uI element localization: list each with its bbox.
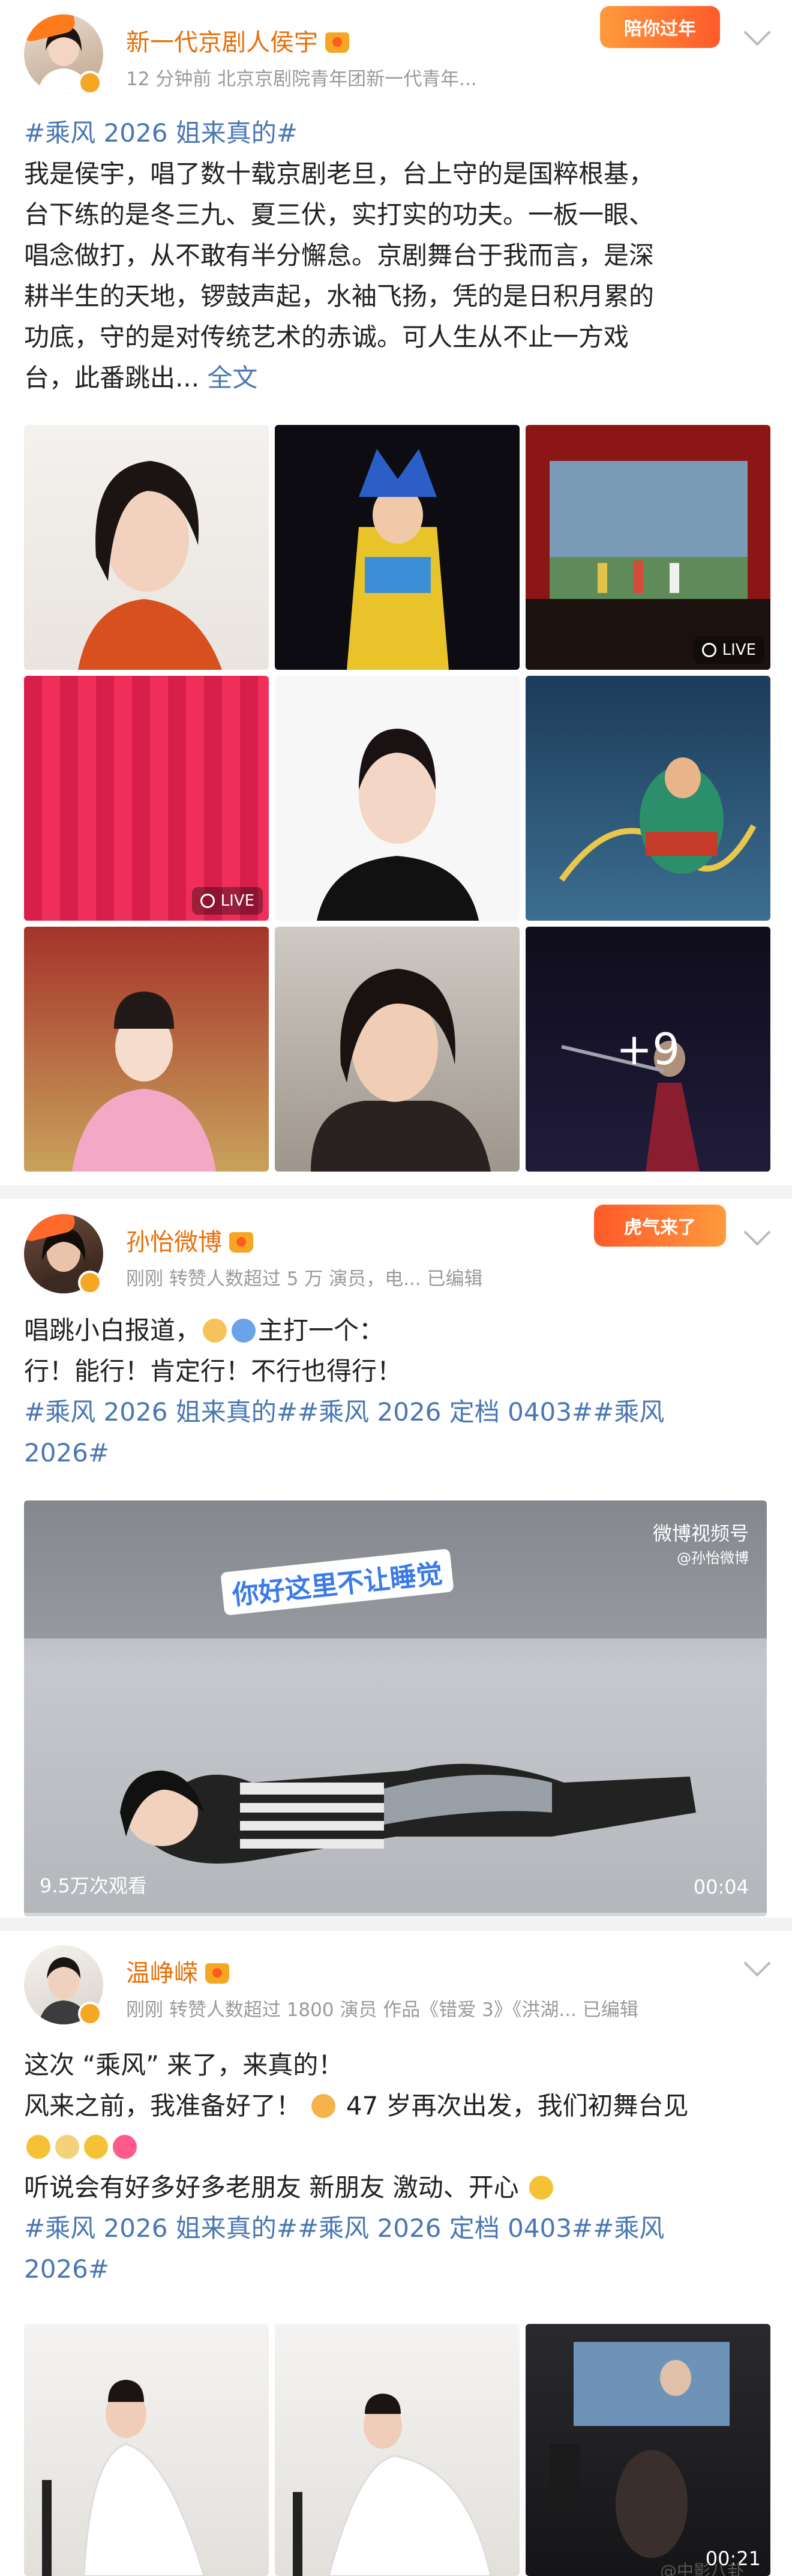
hashtags[interactable]: 2026# — [24, 2249, 768, 2290]
verified-badge-icon — [78, 2002, 102, 2026]
chevron-down-icon[interactable] — [743, 1218, 771, 1246]
crown-icon — [229, 1232, 253, 1253]
photo-dancer-white[interactable] — [24, 2324, 269, 2576]
live-badge: LIVE — [693, 636, 764, 664]
post-separator — [0, 1918, 792, 1931]
more-images-count[interactable]: +9 — [526, 927, 770, 1172]
text-line: 我是侯宇，唱了数十载京剧老旦，台上守的是国粹根基， — [24, 159, 655, 188]
hashtags[interactable]: 2026# — [24, 1433, 768, 1473]
new-year-sticker: 陪你过年 — [600, 6, 720, 48]
video-watermark: 微博视频号 @孙怡微博 — [652, 1522, 749, 1566]
photo-red-curtain[interactable]: LIVE — [24, 676, 269, 921]
heart-emoji-icon — [113, 2135, 137, 2159]
text-line: 台下练的是冬三九、夏三伏，实打实的功夫。一板一眼、 — [24, 200, 655, 229]
post-text: 这次 “乘风” 来了，来真的！ 风来之前，我准备好了！ 47 岁再次出发，我们初… — [24, 2045, 768, 2290]
photo-portrait-black[interactable] — [275, 676, 520, 921]
post-2: 孙怡微博 刚刚 转赞人数超过 5 万 演员，电... 已编辑 虎气来了 唱跳小白… — [0, 1199, 792, 1918]
post-meta: 刚刚 转赞人数超过 1800 演员 作品《错爱 3》《洪湖... 已编辑 — [126, 1999, 638, 2021]
live-icon — [200, 894, 215, 908]
post-separator — [0, 1185, 792, 1199]
post-3: 温峥嵘 刚刚 转赞人数超过 1800 演员 作品《错爱 3》《洪湖... 已编辑… — [0, 1931, 792, 2576]
photo-studio-screen[interactable]: 00:21 — [526, 2324, 770, 2576]
live-badge: LIVE — [191, 887, 263, 915]
video-duration: 00:04 — [693, 1876, 749, 1898]
hashtag[interactable]: #乘风 2026 姐来真的# — [24, 113, 768, 154]
verified-badge-icon — [78, 1271, 102, 1295]
verified-badge-icon — [78, 71, 102, 95]
video-player[interactable]: 你好这里不让睡觉 微博视频号 @孙怡微博 9.5万次观看 00:04 — [24, 1500, 767, 1916]
post-1: 新一代京剧人侯宇 12 分钟前 北京京剧院青年团新一代青年... 陪你过年 #乘… — [0, 0, 792, 1185]
username[interactable]: 新一代京剧人侯宇 — [126, 23, 349, 58]
bear-emoji-icon — [55, 2135, 79, 2159]
emoji-line — [24, 2126, 768, 2167]
post-meta: 12 分钟前 北京京剧院青年团新一代青年... — [126, 68, 477, 90]
watermark: @中影八卦 — [660, 2561, 745, 2576]
text-line: 唱念做打，从不敢有半分懈怠。京剧舞台于我而言，是深 — [24, 241, 655, 270]
text-line: 耕半生的天地，锣鼓声起，水袖飞扬，凭的是日积月累的 — [24, 281, 655, 311]
tiger-sticker: 虎气来了 — [594, 1205, 726, 1247]
photo-dancer-pose[interactable] — [275, 2324, 520, 2576]
photo-opera-battle[interactable] — [526, 676, 770, 921]
hashtags[interactable]: #乘风 2026 姐来真的##乘风 2026 定档 0403##乘风 — [24, 1392, 768, 1433]
text-line: 这次 “乘风” 来了，来真的！ — [24, 2050, 344, 2080]
post-meta: 刚刚 转赞人数超过 5 万 演员，电... 已编辑 — [126, 1268, 483, 1290]
username[interactable]: 孙怡微博 — [126, 1223, 253, 1257]
photo-opera-pink[interactable] — [24, 927, 269, 1172]
laughing-cry-emoji-icon — [84, 2135, 108, 2159]
post-text: 唱跳小白报道， 主打一个： 行！能行！肯定行！不行也得行！ #乘风 2026 姐来… — [24, 1310, 768, 1473]
raising-hand-emoji-icon — [203, 1319, 227, 1343]
crown-icon — [325, 32, 349, 53]
photo-opera-costume[interactable] — [275, 425, 520, 670]
photo-more-opera[interactable]: +9 — [526, 927, 770, 1172]
username[interactable]: 温峥嵘 — [126, 1954, 229, 1988]
hashtags[interactable]: #乘风 2026 姐来真的##乘风 2026 定档 0403##乘风 — [24, 2208, 768, 2249]
photo-portrait-orange[interactable] — [24, 425, 269, 670]
dancer-emoji-icon — [232, 1319, 256, 1343]
text-line: 功底，守的是对传统艺术的赤诚。可人生从不止一方戏 — [24, 322, 629, 352]
text-line: 唱跳小白报道， — [24, 1316, 201, 1345]
kiss-emoji-icon — [311, 2094, 336, 2118]
crown-icon — [205, 1963, 229, 1984]
expand-full-text-link[interactable]: 全文 — [207, 363, 257, 393]
text-line: 台，此番跳出... — [24, 363, 200, 393]
laughing-emoji-icon — [26, 2135, 50, 2159]
grin-emoji-icon — [529, 2176, 554, 2200]
post-text: #乘风 2026 姐来真的# 我是侯宇，唱了数十载京剧老旦，台上守的是国粹根基，… — [24, 113, 768, 399]
video-view-count: 9.5万次观看 — [40, 1874, 147, 1897]
chevron-down-icon[interactable] — [743, 19, 771, 46]
live-icon — [701, 643, 716, 657]
photo-stage-performance[interactable]: LIVE — [526, 425, 770, 670]
text-line: 行！能行！肯定行！不行也得行！ — [24, 1356, 403, 1386]
chevron-down-icon[interactable] — [743, 1949, 771, 1977]
video-progress-bar[interactable] — [24, 1913, 767, 1916]
photo-portrait-closeup[interactable] — [275, 927, 520, 1172]
